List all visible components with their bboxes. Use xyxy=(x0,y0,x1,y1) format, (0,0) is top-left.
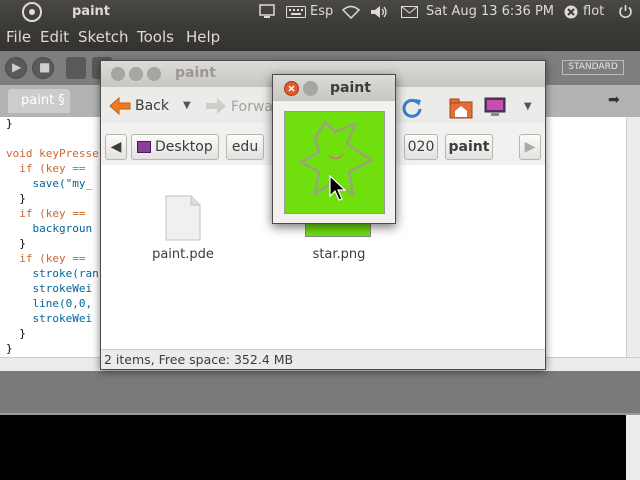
user-x-icon[interactable] xyxy=(564,5,578,19)
image-viewer-titlebar[interactable]: paint xyxy=(273,75,395,101)
desktop-icon xyxy=(137,141,151,153)
computer-icon[interactable] xyxy=(483,97,507,119)
breadcrumb-label: Desktop xyxy=(155,139,213,155)
forward-arrow-icon xyxy=(206,98,226,114)
volume-icon[interactable] xyxy=(370,5,388,19)
image-viewer-title: paint xyxy=(330,80,371,96)
keyboard-layout[interactable]: Esp xyxy=(310,4,333,19)
console-scrollbar[interactable] xyxy=(626,415,640,480)
console[interactable] xyxy=(0,413,640,480)
path-left-arrow-icon[interactable]: ◀ xyxy=(105,134,127,160)
code-line: backgroun xyxy=(6,222,93,235)
maximize-icon[interactable] xyxy=(147,67,161,81)
menu-edit[interactable]: Edit xyxy=(40,28,69,46)
mouse-cursor-icon xyxy=(329,175,347,201)
file-name: star.png xyxy=(312,247,366,262)
menu-tools[interactable]: Tools xyxy=(137,28,174,46)
app-name: paint xyxy=(72,4,111,19)
clock[interactable]: Sat Aug 13 6:36 PM xyxy=(426,4,554,19)
keyboard-icon[interactable] xyxy=(286,6,306,18)
power-icon[interactable] xyxy=(618,4,633,19)
ubuntu-logo-icon[interactable] xyxy=(22,2,42,22)
menu-bar: File Edit Sketch Tools Help xyxy=(0,24,640,51)
code-line: } xyxy=(6,327,26,340)
view-dropdown-icon[interactable]: ▼ xyxy=(524,101,532,112)
file-item[interactable]: paint.pde xyxy=(143,191,223,271)
breadcrumb-paint[interactable]: paint xyxy=(445,134,493,160)
text-file-icon xyxy=(165,195,201,241)
user-name[interactable]: flot xyxy=(583,4,604,19)
code-line: save("my_ xyxy=(6,177,93,190)
new-icon[interactable] xyxy=(66,57,86,79)
breadcrumb-020[interactable]: 020 xyxy=(404,134,438,160)
display-icon[interactable] xyxy=(259,4,275,19)
home-folder-icon[interactable] xyxy=(449,97,473,119)
file-manager-title: paint xyxy=(175,65,216,81)
code-line: stroke(ran xyxy=(6,267,99,280)
code-line: strokeWei xyxy=(6,282,93,295)
run-icon[interactable]: ▶ xyxy=(5,57,27,79)
wifi-icon[interactable] xyxy=(342,5,360,19)
menu-file[interactable]: File xyxy=(6,28,31,46)
status-bar: 2 items, Free space: 352.4 MB xyxy=(101,349,545,369)
code-line: if (key == xyxy=(6,252,86,265)
code-line: if (key == xyxy=(6,207,86,220)
code-line: strokeWei xyxy=(6,312,93,325)
close-icon[interactable] xyxy=(111,67,125,81)
stop-icon[interactable]: ■ xyxy=(32,57,54,79)
editor-vertical-scrollbar[interactable] xyxy=(626,117,640,357)
code-line: void keyPresse xyxy=(6,147,99,160)
tab-paint[interactable]: paint § xyxy=(8,89,70,113)
breadcrumb-edu[interactable]: edu xyxy=(226,134,264,160)
close-icon[interactable] xyxy=(284,81,299,96)
code-line: if (key == xyxy=(6,162,86,175)
back-arrow-icon xyxy=(109,97,131,115)
menu-help[interactable]: Help xyxy=(186,28,220,46)
back-dropdown-icon[interactable]: ▼ xyxy=(183,100,191,111)
file-name: paint.pde xyxy=(152,247,214,262)
code-line: } xyxy=(6,342,13,355)
code-line: } xyxy=(6,237,26,250)
minimize-icon[interactable] xyxy=(303,81,318,96)
code-line: line(0,0, xyxy=(6,297,93,310)
reload-icon[interactable] xyxy=(401,97,423,119)
message-area xyxy=(0,371,640,413)
back-label: Back xyxy=(135,98,169,114)
path-right-arrow-icon[interactable]: ▶ xyxy=(519,134,541,160)
top-panel: paint Esp Sat Aug 13 6:36 PM flot xyxy=(0,0,640,24)
code-line: } xyxy=(6,192,26,205)
menu-sketch[interactable]: Sketch xyxy=(78,28,129,46)
tab-menu-arrow-icon[interactable]: ➡ xyxy=(608,92,620,108)
image-viewer-window: paint xyxy=(272,74,396,224)
minimize-icon[interactable] xyxy=(129,67,143,81)
mail-icon[interactable] xyxy=(401,6,418,18)
back-button[interactable]: Back ▼ xyxy=(107,91,197,119)
mode-button[interactable]: STANDARD xyxy=(562,60,624,75)
breadcrumb-desktop[interactable]: Desktop xyxy=(131,134,219,160)
code-line: } xyxy=(6,117,13,130)
